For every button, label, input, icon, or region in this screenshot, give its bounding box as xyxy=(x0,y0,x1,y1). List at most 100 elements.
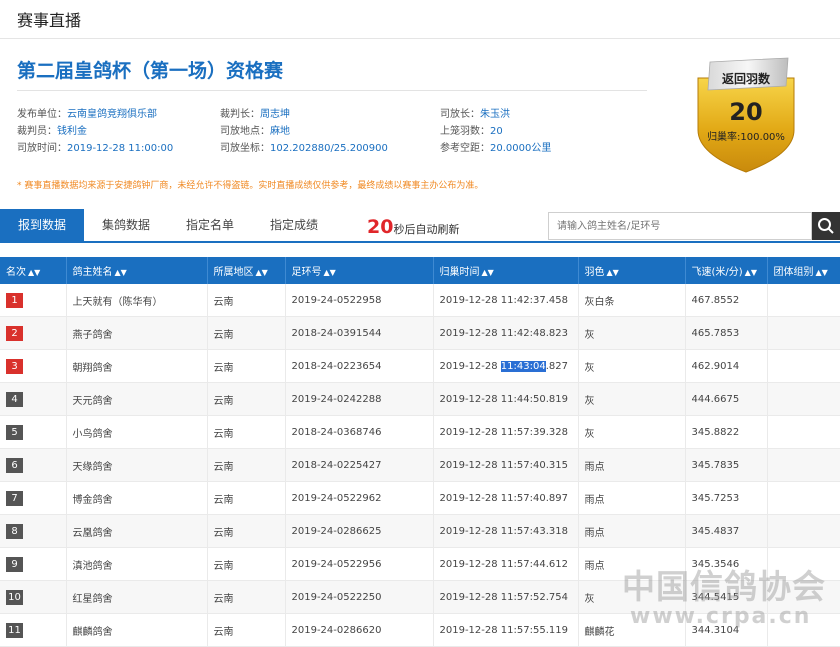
return-time-cell: 2019-12-28 11:57:39.328 xyxy=(433,415,579,449)
owner-cell: 红星鸽舍 xyxy=(66,580,208,614)
table-row[interactable]: 2 燕子鸽舍 云南 2018-24-0391544 2019-12-28 11:42:4… xyxy=(0,316,840,350)
col-header-region[interactable]: 所属地区 ▲▼ xyxy=(207,257,286,284)
return-time-cell: 2019-12-28 11:43:04.827 xyxy=(433,349,579,383)
ring-cell: 2018-24-0223654 xyxy=(285,349,434,383)
col-header-group[interactable]: 团体组别 ▲▼ xyxy=(767,257,840,284)
speed-cell: 444.6675 xyxy=(685,382,768,416)
badge-label: 返回羽数 xyxy=(721,72,770,86)
refresh-seconds: 20 xyxy=(367,216,394,238)
watermark-line-2: www.crpa.cn xyxy=(630,604,812,629)
title-divider xyxy=(17,90,647,91)
info-ref-distance: 参考空距：20.0000公里 xyxy=(440,143,552,154)
col-header-speed[interactable]: 飞速(米/分) ▲▼ xyxy=(685,257,768,284)
rank-cell: 1 xyxy=(0,284,67,317)
ring-cell: 2019-24-0522250 xyxy=(285,580,434,614)
feather-color-cell: 灰 xyxy=(578,316,686,350)
ring-cell: 2019-24-0522956 xyxy=(285,547,434,581)
info-col-3: 司放长：朱玉洪 上笼羽数：20 参考空距：20.0000公里 xyxy=(440,106,551,157)
return-time-cell: 2019-12-28 11:57:55.119 xyxy=(433,613,579,647)
top-bar: 赛事直播 xyxy=(0,0,840,39)
ring-cell: 2018-24-0368746 xyxy=(285,415,434,449)
group-cell xyxy=(767,481,840,515)
table-row[interactable]: 8 云凰鸽舍 云南 2019-24-0286625 2019-12-28 11:57:4… xyxy=(0,514,840,548)
ring-cell: 2019-24-0286620 xyxy=(285,613,434,647)
rank-cell: 11 xyxy=(0,613,67,647)
speed-cell: 467.8552 xyxy=(685,284,768,317)
race-title: 第二届皇鸽杯（第一场）资格赛 xyxy=(17,60,284,82)
info-publisher: 发布单位：云南皇鸽竞翔俱乐部 xyxy=(17,109,157,120)
table-row[interactable]: 1 上天就有（陈华有） 云南 2019-24-0522958 2019-12-28 11… xyxy=(0,284,840,317)
group-cell xyxy=(767,349,840,383)
col-header-ring[interactable]: 足环号 ▲▼ xyxy=(285,257,434,284)
region-cell: 云南 xyxy=(207,415,286,449)
ring-cell: 2019-24-0242288 xyxy=(285,382,434,416)
refresh-text: 秒后自动刷新 xyxy=(393,223,460,236)
owner-cell: 朝翔鸽舍 xyxy=(66,349,208,383)
feather-color-cell: 雨点 xyxy=(578,514,686,548)
rank-cell: 4 xyxy=(0,382,67,416)
rank-badge: 4 xyxy=(6,391,23,407)
owner-cell: 天元鸽舍 xyxy=(66,382,208,416)
info-release-place: 司放地点：麻地 xyxy=(220,126,290,137)
col-header-feather-color[interactable]: 羽色 ▲▼ xyxy=(578,257,686,284)
region-cell: 云南 xyxy=(207,514,286,548)
ring-cell: 2019-24-0522958 xyxy=(285,284,434,317)
watermark: 中国信鸽协会 www.crpa.cn xyxy=(622,560,826,629)
return-count-badge: 返回羽数 20 归巢率:100.00% xyxy=(690,56,802,174)
rank-cell: 10 xyxy=(0,580,67,614)
table-row[interactable]: 6 天缘鸽舍 云南 2018-24-0225427 2019-12-28 11:57:4… xyxy=(0,448,840,482)
page-header-title: 赛事直播 xyxy=(17,11,82,30)
region-cell: 云南 xyxy=(207,613,286,647)
rank-cell: 5 xyxy=(0,415,67,449)
table-row[interactable]: 5 小鸟鸽舍 云南 2018-24-0368746 2019-12-28 11:57:3… xyxy=(0,415,840,449)
region-cell: 云南 xyxy=(207,284,286,317)
rank-badge: 7 xyxy=(6,490,23,506)
search-button[interactable] xyxy=(812,212,840,240)
info-basket-count: 上笼羽数：20 xyxy=(440,126,503,137)
region-cell: 云南 xyxy=(207,547,286,581)
col-header-rank[interactable]: 名次 ▲▼ xyxy=(0,257,67,284)
badge-return-rate: 归巢率:100.00% xyxy=(707,132,785,143)
region-cell: 云南 xyxy=(207,316,286,350)
info-chief-referee: 裁判长：周志坤 xyxy=(220,109,290,120)
table-row[interactable]: 3 朝翔鸽舍 云南 2018-24-0223654 2019-12-28 11:43:0… xyxy=(0,349,840,383)
tab-check-in-data[interactable]: 报到数据 xyxy=(0,209,85,241)
search-input[interactable] xyxy=(548,212,812,240)
speed-cell: 345.8822 xyxy=(685,415,768,449)
info-release-coord: 司放坐标：102.202880/25.200900 xyxy=(220,143,388,154)
speed-cell: 345.7253 xyxy=(685,481,768,515)
data-source-notice: * 赛事直播数据均来源于安捷鸽钟厂商，未经允许不得盗链。实时直播成绩仅供参考，最… xyxy=(17,181,484,191)
owner-cell: 博金鸽舍 xyxy=(66,481,208,515)
feather-color-cell: 雨点 xyxy=(578,481,686,515)
rank-cell: 8 xyxy=(0,514,67,548)
rank-badge: 6 xyxy=(6,457,23,473)
info-referee: 裁判员：钱利金 xyxy=(17,126,87,137)
selected-text: 11:43:04 xyxy=(500,360,546,372)
return-time-cell: 2019-12-28 11:57:40.897 xyxy=(433,481,579,515)
rank-badge: 3 xyxy=(6,358,23,374)
table-row[interactable]: 4 天元鸽舍 云南 2019-24-0242288 2019-12-28 11:44:5… xyxy=(0,382,840,416)
tab-collection-data[interactable]: 集鸽数据 xyxy=(84,209,168,241)
rank-cell: 7 xyxy=(0,481,67,515)
table-row[interactable]: 7 博金鸽舍 云南 2019-24-0522962 2019-12-28 11:57:4… xyxy=(0,481,840,515)
tab-designated-list[interactable]: 指定名单 xyxy=(168,209,252,241)
rank-badge: 9 xyxy=(6,556,23,572)
col-header-return-time[interactable]: 归巢时间 ▲▼ xyxy=(433,257,579,284)
return-time-cell: 2019-12-28 11:42:48.823 xyxy=(433,316,579,350)
region-cell: 云南 xyxy=(207,448,286,482)
feather-color-cell: 灰白条 xyxy=(578,284,686,317)
region-cell: 云南 xyxy=(207,481,286,515)
col-header-owner[interactable]: 鸽主姓名 ▲▼ xyxy=(66,257,208,284)
info-col-2: 裁判长：周志坤 司放地点：麻地 司放坐标：102.202880/25.20090… xyxy=(220,106,388,157)
tab-designated-results[interactable]: 指定成绩 xyxy=(252,209,336,241)
rank-badge: 8 xyxy=(6,523,23,539)
ring-cell: 2019-24-0522962 xyxy=(285,481,434,515)
tabs-underline xyxy=(0,241,840,243)
search-icon xyxy=(818,218,834,234)
speed-cell: 345.7835 xyxy=(685,448,768,482)
owner-cell: 云凰鸽舍 xyxy=(66,514,208,548)
badge-count: 20 xyxy=(729,98,763,126)
return-time-cell: 2019-12-28 11:44:50.819 xyxy=(433,382,579,416)
info-release-time: 司放时间：2019-12-28 11:00:00 xyxy=(17,143,174,154)
auto-refresh-countdown: 20秒后自动刷新 xyxy=(367,216,459,238)
